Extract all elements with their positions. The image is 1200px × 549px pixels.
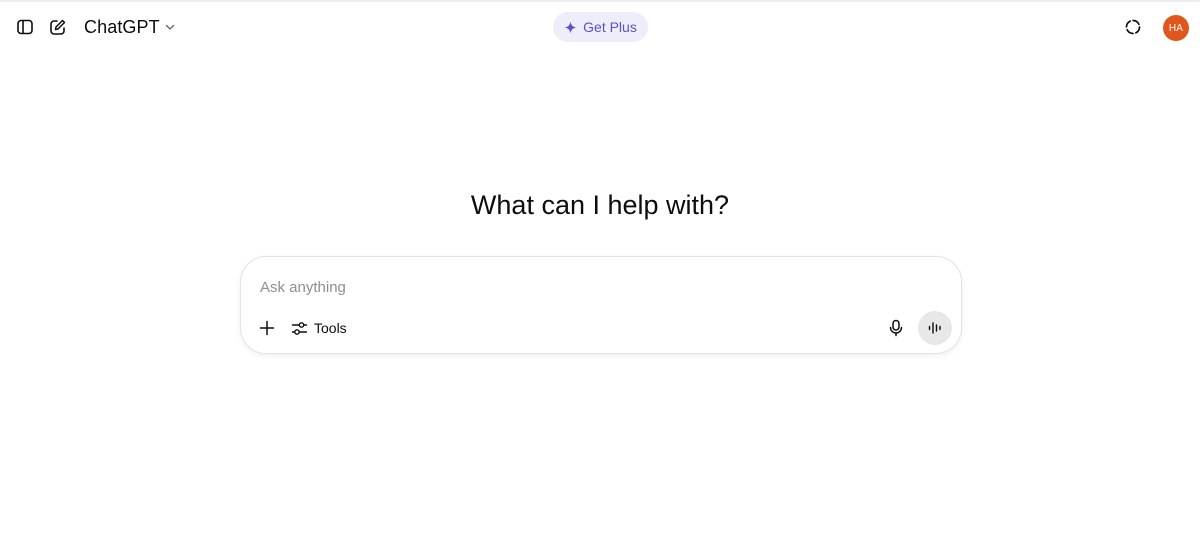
new-chat-button[interactable] (44, 13, 72, 41)
model-name: ChatGPT (84, 16, 160, 37)
page-title: What can I help with? (470, 190, 730, 220)
sidebar-toggle-button[interactable] (11, 13, 39, 41)
temporary-chat-button[interactable] (1119, 13, 1147, 41)
voice-mode-button[interactable] (918, 311, 952, 345)
microphone-icon (889, 319, 903, 337)
prompt-input[interactable] (260, 276, 860, 298)
header: ChatGPT Get Plus HA (0, 2, 1200, 52)
dictate-button[interactable] (884, 316, 908, 340)
dashed-circle-icon (1125, 19, 1141, 35)
avatar-initials: HA (1168, 22, 1184, 34)
avatar[interactable]: HA (1163, 15, 1189, 41)
sliders-icon (291, 321, 308, 335)
tools-label: Tools (314, 320, 347, 336)
tools-button[interactable]: Tools (291, 316, 347, 340)
get-plus-button[interactable]: Get Plus (553, 12, 648, 42)
chevron-down-icon (165, 24, 174, 30)
plus-icon (259, 320, 275, 336)
waveform-icon (928, 322, 941, 334)
get-plus-label: Get Plus (583, 19, 637, 35)
sparkle-icon (564, 20, 577, 34)
sidebar-toggle-icon (17, 19, 33, 35)
composer: Tools (240, 256, 962, 354)
model-selector[interactable]: ChatGPT (84, 15, 176, 39)
compose-icon (50, 19, 66, 35)
attach-button[interactable] (255, 316, 279, 340)
